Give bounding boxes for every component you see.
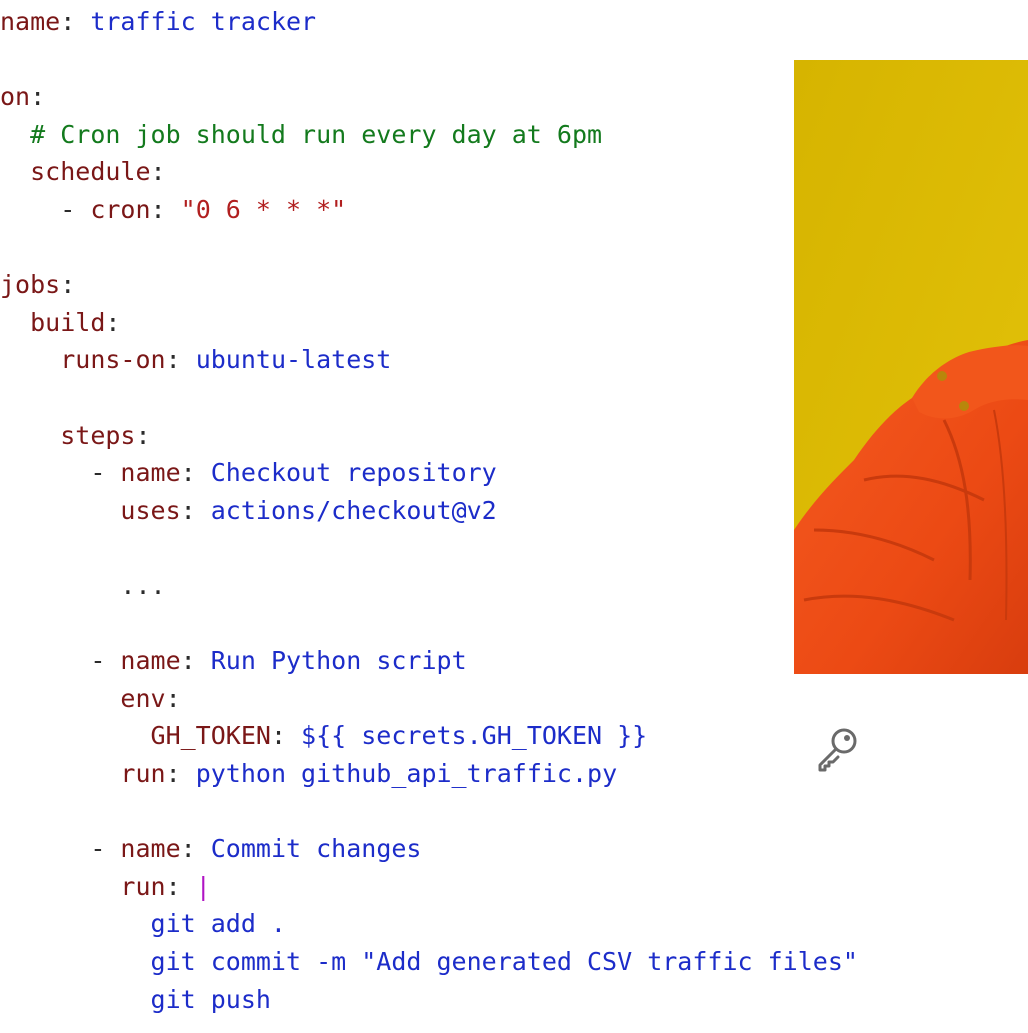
person-in-orange-jacket-photo <box>794 60 1028 674</box>
code-line: ... <box>0 566 166 606</box>
code-line: git commit -m "Add generated CSV traffic… <box>0 942 858 982</box>
code-token-punc: : <box>270 721 302 751</box>
code-token-key: uses <box>120 495 181 525</box>
code-token-punc: : <box>150 195 181 224</box>
code-token-punc: : <box>165 345 196 375</box>
code-token-punc: : <box>60 270 76 300</box>
code-token-punc: : <box>165 683 181 713</box>
code-line: name: traffic tracker <box>0 2 316 42</box>
code-token-val: git push <box>150 984 271 1014</box>
code-token-str: "0 6 * * *" <box>180 195 347 224</box>
code-line: git push <box>0 980 271 1020</box>
code-token-punc: ... <box>120 571 166 600</box>
code-token-punc: : <box>150 157 166 187</box>
code-token-key: cron <box>90 195 151 224</box>
code-token-key: run <box>120 871 166 901</box>
code-token-key: env <box>120 683 166 713</box>
code-line: build: <box>0 303 120 343</box>
code-line: steps: <box>0 416 151 456</box>
code-token-val: ${{ secrets.GH_TOKEN }} <box>301 721 648 751</box>
code-token-punc: : <box>30 82 46 112</box>
code-line: git add . <box>0 904 286 944</box>
code-line: GH_TOKEN: ${{ secrets.GH_TOKEN }} <box>0 716 648 756</box>
code-line: # Cron job should run every day at 6pm <box>0 115 602 155</box>
code-line: - name: Checkout repository <box>0 453 497 493</box>
code-token-val: traffic tracker <box>90 7 317 36</box>
code-token-val: actions/checkout@v2 <box>210 495 497 525</box>
code-token-key: on <box>0 82 31 112</box>
code-token-val: ubuntu-latest <box>195 345 392 375</box>
code-token-key: schedule <box>30 157 151 187</box>
code-line: runs-on: ubuntu-latest <box>0 340 391 380</box>
code-token-punc: : <box>135 420 151 450</box>
code-line: - name: Commit changes <box>0 829 421 869</box>
code-line: schedule: <box>0 152 166 192</box>
code-line: - name: Run Python script <box>0 641 467 681</box>
code-line: jobs: <box>0 265 75 305</box>
code-token-val: Run Python script <box>210 646 467 676</box>
code-token-val: git add . <box>150 909 286 939</box>
code-line: on: <box>0 77 45 117</box>
code-line: run: | <box>0 867 211 907</box>
code-token-val: Commit changes <box>210 834 422 864</box>
code-token-key: GH_TOKEN <box>150 721 271 751</box>
code-token-punc: : <box>180 646 211 676</box>
code-token-pipe: | <box>195 871 211 901</box>
code-token-key: runs-on <box>60 345 166 375</box>
code-token-key: name <box>0 7 61 36</box>
key-icon <box>812 724 862 774</box>
code-token-punc: : <box>180 458 211 488</box>
code-token-punc: : <box>180 834 211 864</box>
code-token-punc: - <box>90 646 121 676</box>
code-line: uses: actions/checkout@v2 <box>0 491 497 531</box>
code-token-key: name <box>120 458 181 488</box>
code-token-val: git commit -m "Add generated CSV traffic… <box>150 947 858 976</box>
code-line: run: python github_api_traffic.py <box>0 754 617 794</box>
code-token-cmt: # Cron job should run every day at 6pm <box>30 119 603 149</box>
code-token-key: steps <box>60 420 136 450</box>
code-token-punc: - <box>90 834 121 864</box>
code-token-punc: : <box>165 759 196 788</box>
code-token-key: build <box>30 307 106 337</box>
code-token-key: jobs <box>0 270 61 300</box>
code-line: - cron: "0 6 * * *" <box>0 190 346 230</box>
code-token-val: python github_api_traffic.py <box>195 759 618 788</box>
code-token-punc: : <box>60 7 91 36</box>
code-token-key: name <box>120 646 181 676</box>
code-token-key: run <box>120 759 166 788</box>
code-token-punc: : <box>180 495 211 525</box>
code-token-punc: : <box>165 871 196 901</box>
code-token-val: Checkout repository <box>210 458 497 488</box>
code-token-punc: - <box>60 195 91 224</box>
code-token-key: name <box>120 834 181 864</box>
code-token-punc: - <box>90 458 121 488</box>
code-token-punc: : <box>105 307 121 337</box>
code-line: env: <box>0 679 181 719</box>
